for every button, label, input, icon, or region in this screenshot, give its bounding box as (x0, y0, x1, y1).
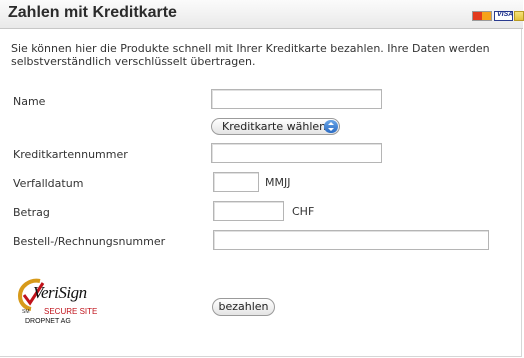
pay-button[interactable]: bezahlen (212, 298, 275, 316)
mastercard-icon (472, 11, 492, 21)
name-label: Name (13, 95, 46, 108)
currency-label: CHF (292, 205, 315, 218)
expiry-format-hint: MMJJ (265, 176, 291, 189)
order-number-label: Bestell-/Rechnungsnummer (13, 235, 166, 248)
card-number-label: Kreditkartennummer (13, 148, 128, 161)
panel-header: Zahlen mit Kreditkarte VISA (0, 0, 524, 29)
expiry-label: Verfalldatum (13, 177, 84, 190)
payment-panel: Zahlen mit Kreditkarte VISA Sie können h… (0, 0, 524, 357)
name-input[interactable] (211, 89, 382, 109)
order-number-input[interactable] (213, 230, 489, 250)
amount-input[interactable] (213, 201, 284, 221)
company-name: DROPNET AG (25, 318, 71, 325)
verisign-sm: SM (22, 309, 30, 315)
card-type-select[interactable]: Kreditkarte wählen (211, 118, 340, 135)
secure-site-label: SECURE SITE (44, 307, 98, 316)
amount-label: Betrag (13, 206, 50, 219)
verisign-brand: VeriSign (33, 283, 87, 302)
visa-logo-text: VISA (497, 11, 514, 18)
expiry-input[interactable] (213, 172, 259, 192)
visa-icon: VISA (494, 11, 513, 21)
card-icon (514, 11, 524, 21)
page-title: Zahlen mit Kreditkarte (8, 4, 177, 21)
intro-text: Sie können hier die Produkte schnell mit… (11, 42, 490, 68)
select-stepper-icon (324, 120, 338, 133)
card-type-selected: Kreditkarte wählen (222, 120, 327, 133)
verisign-seal[interactable]: VeriSign SM SECURE SITE DROPNET AG (16, 277, 116, 332)
card-number-input[interactable] (211, 143, 382, 163)
